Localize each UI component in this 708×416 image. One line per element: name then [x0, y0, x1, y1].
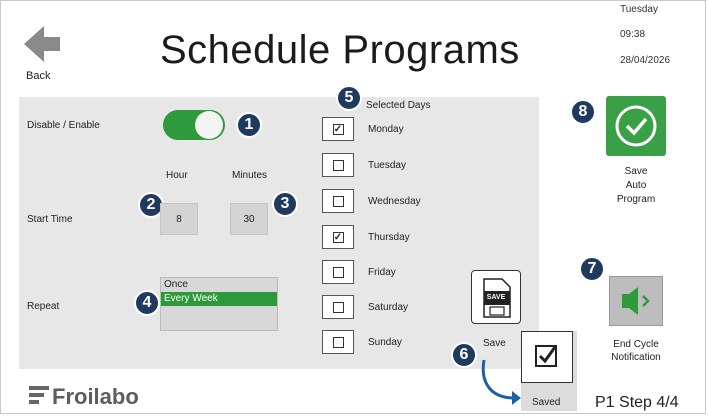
callout-badge-6: 6	[451, 342, 477, 368]
day-checkbox-monday[interactable]: ✓	[322, 117, 354, 141]
callout-badge-5: 5	[336, 85, 362, 111]
save-label: Save	[483, 338, 506, 349]
toggle-knob	[195, 111, 223, 139]
saved-checkbox[interactable]	[521, 331, 573, 383]
day-checkbox-tuesday[interactable]	[322, 153, 354, 177]
callout-badge-4: 4	[134, 290, 160, 316]
callout-badge-8: 8	[570, 99, 596, 125]
save-auto-label-line2: Auto	[625, 180, 647, 191]
enable-label: Disable / Enable	[27, 120, 100, 131]
end-cycle-notification-button[interactable]	[609, 276, 663, 326]
repeat-option-once[interactable]: Once	[161, 278, 277, 292]
selected-days-header: Selected Days	[366, 100, 431, 111]
end-cycle-label-line1: End Cycle	[613, 339, 659, 350]
day-label-tuesday: Tuesday	[368, 160, 406, 171]
weekday-display: Tuesday	[620, 4, 658, 15]
day-checkbox-friday[interactable]	[322, 260, 354, 284]
date-display: 28/04/2026	[620, 55, 671, 66]
day-label-sunday: Sunday	[368, 337, 402, 348]
checkmark-icon: ✓	[332, 231, 344, 243]
day-label-friday: Friday	[368, 267, 396, 278]
save-auto-label-line1: Save	[624, 166, 648, 177]
minutes-field[interactable]: 30	[230, 203, 268, 235]
day-label-monday: Monday	[368, 124, 404, 135]
callout-badge-1: 1	[236, 112, 262, 138]
day-label-saturday: Saturday	[368, 302, 409, 313]
start-time-label: Start Time	[27, 214, 73, 225]
save-icon-text: SAVE	[486, 294, 506, 301]
clock-display: 09:38	[620, 29, 646, 40]
repeat-list[interactable]: Once Every Week	[160, 277, 278, 331]
curved-arrow-icon	[481, 359, 521, 405]
back-arrow-icon	[24, 26, 60, 62]
checkmark-icon: ✓	[332, 123, 344, 135]
day-checkbox-saturday[interactable]	[322, 295, 354, 319]
brand-logo-text: Froilabo	[52, 384, 139, 409]
day-checkbox-sunday[interactable]	[322, 330, 354, 354]
day-label-wednesday: Wednesday	[368, 196, 421, 207]
checkbox-checked-icon	[535, 345, 557, 367]
back-label: Back	[26, 70, 51, 82]
repeat-label: Repeat	[27, 301, 60, 312]
settings-panel	[19, 97, 539, 369]
day-label-thursday: Thursday	[368, 232, 410, 243]
hour-label: Hour	[166, 170, 188, 181]
check-circle-icon	[615, 105, 657, 147]
end-cycle-label-line2: Notification	[611, 352, 661, 363]
step-indicator: P1 Step 4/4	[595, 394, 679, 411]
back-button[interactable]	[22, 22, 62, 71]
minutes-label: Minutes	[232, 170, 268, 181]
save-auto-program-button[interactable]	[606, 96, 666, 156]
save-auto-label-line3: Program	[616, 194, 656, 205]
callout-badge-3: 3	[272, 191, 298, 217]
day-checkbox-wednesday[interactable]	[322, 189, 354, 213]
saved-label: Saved	[532, 397, 561, 408]
callout-badge-7: 7	[579, 256, 605, 282]
speaker-icon	[622, 287, 650, 315]
repeat-option-every-week[interactable]: Every Week	[161, 292, 277, 306]
page-title: Schedule Programs	[160, 28, 520, 72]
day-checkbox-thursday[interactable]: ✓	[322, 225, 354, 249]
froilabo-logo-icon	[29, 386, 49, 404]
hour-field[interactable]: 8	[160, 203, 198, 235]
